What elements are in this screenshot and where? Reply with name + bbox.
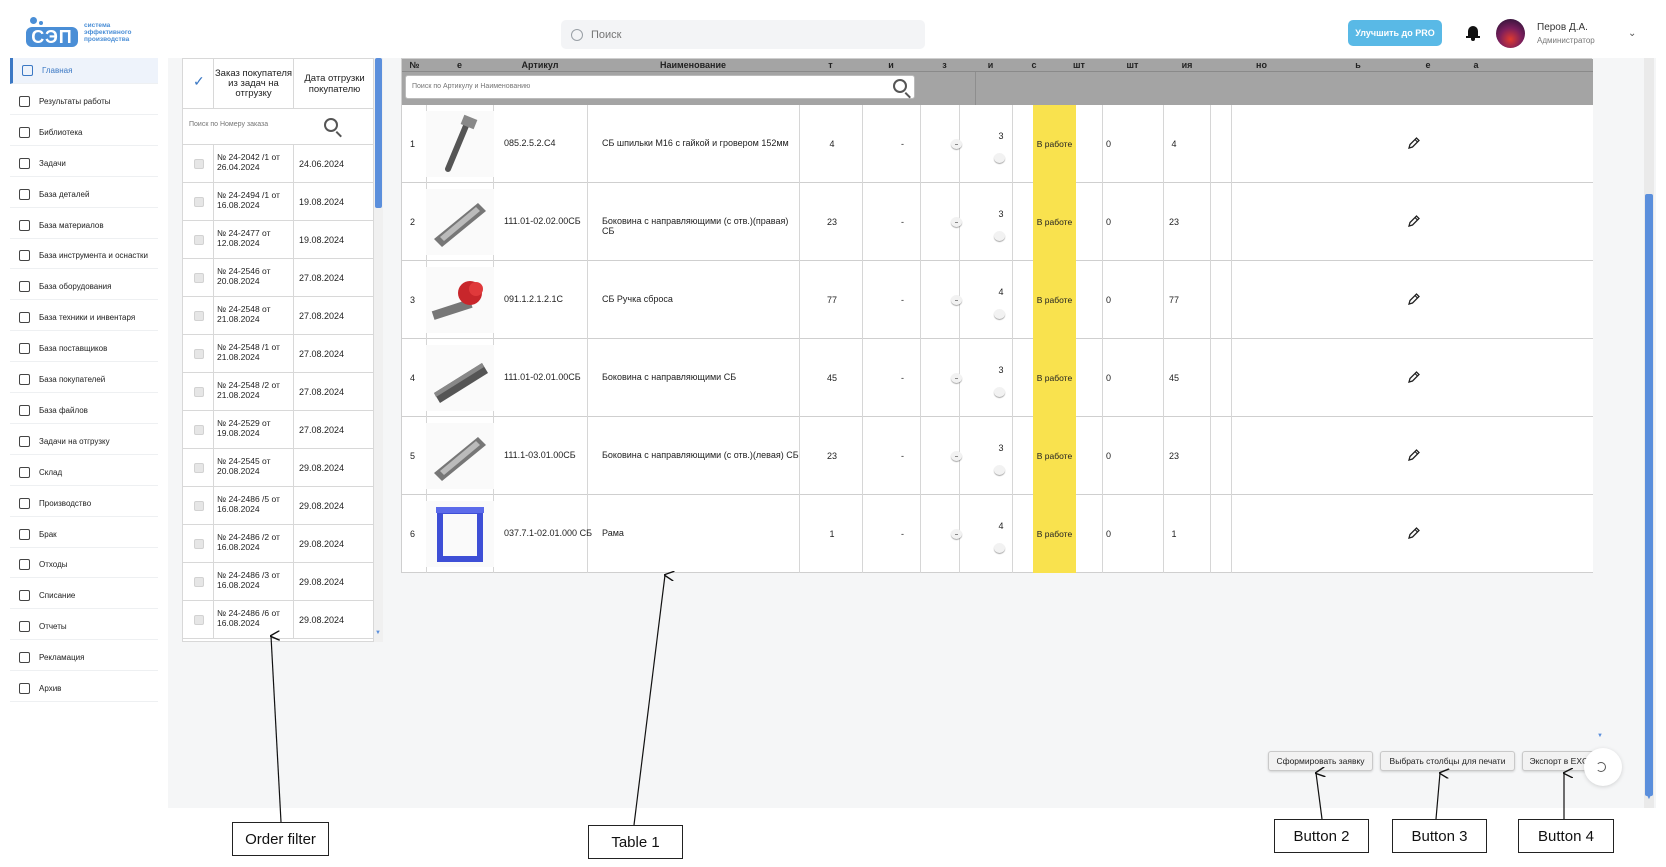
annotation-table1: Table 1	[588, 825, 683, 859]
annotation-arrows	[0, 0, 1666, 826]
annotation-button4: Button 4	[1518, 819, 1614, 853]
annotation-button2: Button 2	[1274, 819, 1369, 853]
annotation-button3: Button 3	[1392, 819, 1487, 853]
annotation-order-filter: Order filter	[232, 822, 329, 856]
